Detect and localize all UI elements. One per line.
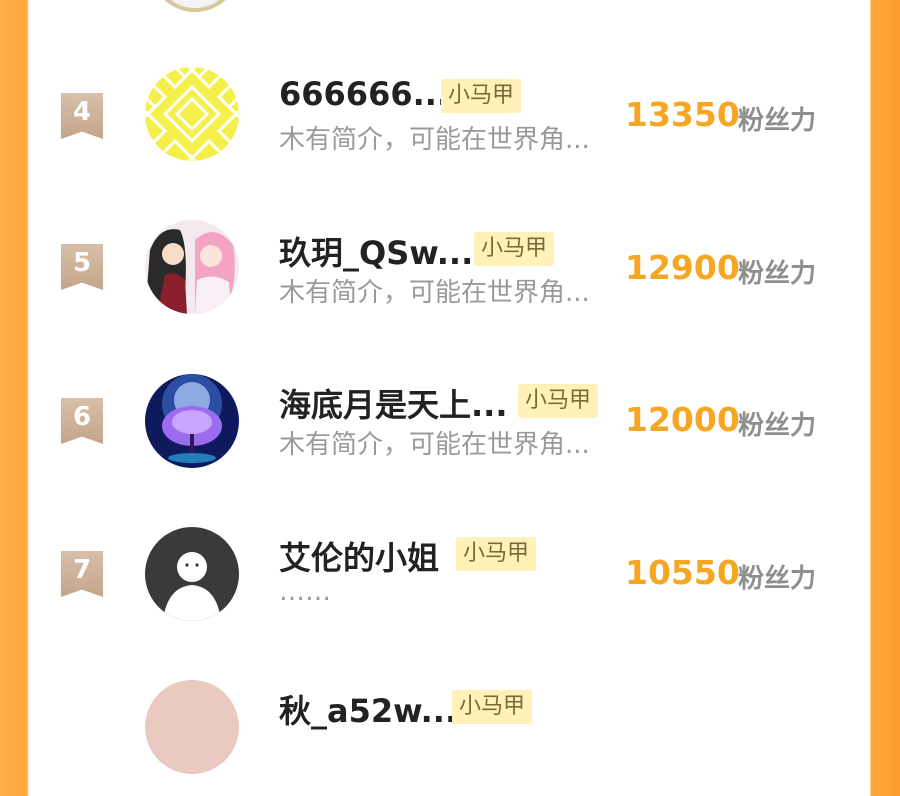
avatar[interactable] xyxy=(145,527,239,621)
user-name[interactable]: 秋_a52w... xyxy=(279,686,457,732)
avatar[interactable] xyxy=(145,374,239,468)
rank-ribbon: 7 xyxy=(61,551,103,597)
default-avatar-icon xyxy=(145,527,239,621)
badge-label: 小马甲 xyxy=(456,537,537,571)
fan-score: 10550 xyxy=(625,553,740,592)
leaderboard-row[interactable]: 秋_a52w... 小马甲 xyxy=(0,656,900,796)
user-description: …… xyxy=(279,577,331,607)
badge-label: 小马甲 xyxy=(518,384,599,418)
fan-score-unit: 粉丝力 xyxy=(738,106,817,136)
rank-ribbon: 6 xyxy=(61,398,103,444)
moon-tree-avatar-icon xyxy=(145,374,239,468)
leaderboard-row[interactable]: 6 海底月是天上... 小马甲 木有简介，可能在世界角... 12000 粉丝力 xyxy=(0,350,900,490)
user-name[interactable]: 艾伦的小姐 xyxy=(279,533,439,579)
badge-label: 小马甲 xyxy=(474,232,555,266)
user-description: 木有简介，可能在世界角... xyxy=(279,278,590,308)
leaderboard-row[interactable]: 4 666666... 小马甲 木有简介，可能在世界角... 13350 粉丝力 xyxy=(0,45,900,185)
avatar[interactable] xyxy=(145,67,239,161)
user-name[interactable]: 666666... xyxy=(279,75,449,113)
user-description: 木有简介，可能在世界角... xyxy=(279,430,590,460)
fan-score-unit: 粉丝力 xyxy=(738,259,817,289)
leaderboard-row[interactable]: 7 艾伦的小姐 小马甲 …… 10550 粉丝力 xyxy=(0,503,900,643)
badge-label: 小马甲 xyxy=(452,690,533,724)
fan-score-unit: 粉丝力 xyxy=(738,411,817,441)
user-description: 木有简介，可能在世界角... xyxy=(279,125,590,155)
rank-ribbon: 5 xyxy=(61,244,103,290)
fan-score: 12000 xyxy=(625,400,740,439)
user-name[interactable]: 玖玥_QSw... xyxy=(279,228,473,274)
badge-label: 小马甲 xyxy=(441,79,522,113)
anime-girls-avatar-icon xyxy=(145,220,239,314)
fan-score-unit: 粉丝力 xyxy=(738,564,817,594)
pattern-avatar-icon xyxy=(145,67,239,161)
avatar[interactable] xyxy=(145,220,239,314)
leaderboard-row[interactable]: 5 玖玥_QSw... 小马甲 木有简介，可能在世界角... 12900 粉丝力 xyxy=(0,198,900,338)
avatar[interactable] xyxy=(145,680,239,774)
fan-score: 12900 xyxy=(625,248,740,287)
user-name[interactable]: 海底月是天上... xyxy=(279,380,507,426)
fan-score: 13350 xyxy=(625,95,740,134)
rank-ribbon: 4 xyxy=(61,93,103,139)
